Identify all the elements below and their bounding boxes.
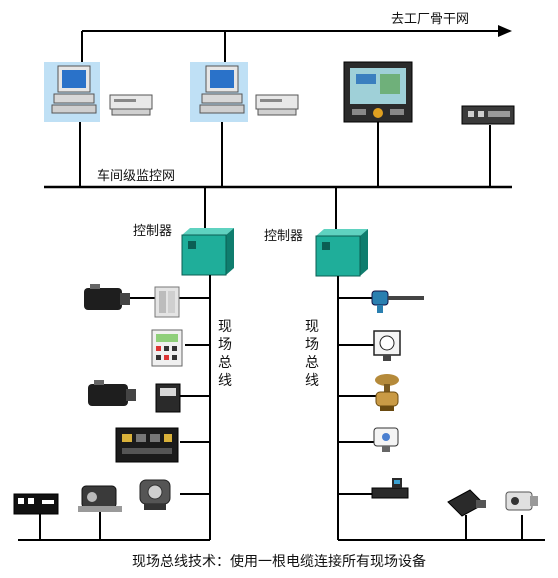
printer-icon bbox=[255, 94, 299, 116]
valve-actuator-icon bbox=[139, 479, 171, 510]
controller-cabinet-icon bbox=[181, 228, 234, 276]
backbone-arrow-icon bbox=[498, 25, 512, 37]
network-switch-icon bbox=[461, 105, 515, 125]
motor-icon bbox=[88, 380, 136, 406]
diagram-caption: 现场总线技术：使用一根电缆连接所有现场设备 bbox=[132, 554, 426, 570]
workstation-computer-icon bbox=[190, 62, 248, 122]
workshop-network-label: 车间级监控网 bbox=[97, 169, 176, 184]
io-module-icon bbox=[151, 329, 183, 367]
plc-rack-icon bbox=[13, 493, 59, 515]
pressure-gauge-icon bbox=[373, 330, 401, 361]
controller-label: 控制器 bbox=[264, 229, 304, 244]
camera-sensor-icon bbox=[505, 491, 538, 511]
transmitter-icon bbox=[373, 427, 399, 452]
valve-actuator-icon bbox=[78, 485, 122, 512]
control-valve-icon bbox=[375, 374, 399, 411]
operator-panel-icon bbox=[343, 61, 413, 123]
fieldbus-diagram bbox=[13, 25, 545, 541]
terminal-unit-icon bbox=[155, 383, 181, 413]
backbone-network-line bbox=[81, 30, 498, 62]
terminal-unit-icon bbox=[154, 286, 180, 318]
backbone-network-label: 去工厂骨干网 bbox=[391, 12, 470, 27]
plc-rack-icon bbox=[115, 427, 179, 463]
flow-meter-icon bbox=[371, 478, 409, 499]
fieldbus-label: 现场总线 bbox=[305, 319, 319, 389]
camera-sensor-icon bbox=[447, 489, 486, 517]
controller-drop-lines bbox=[204, 187, 337, 229]
motor-icon bbox=[84, 284, 130, 310]
temperature-probe-icon bbox=[371, 290, 424, 313]
fieldbus-label: 现场总线 bbox=[218, 319, 232, 389]
workstation-computer-icon bbox=[44, 62, 100, 122]
controller-cabinet-icon bbox=[315, 229, 368, 277]
printer-icon bbox=[109, 94, 153, 116]
controller-label: 控制器 bbox=[133, 224, 173, 239]
